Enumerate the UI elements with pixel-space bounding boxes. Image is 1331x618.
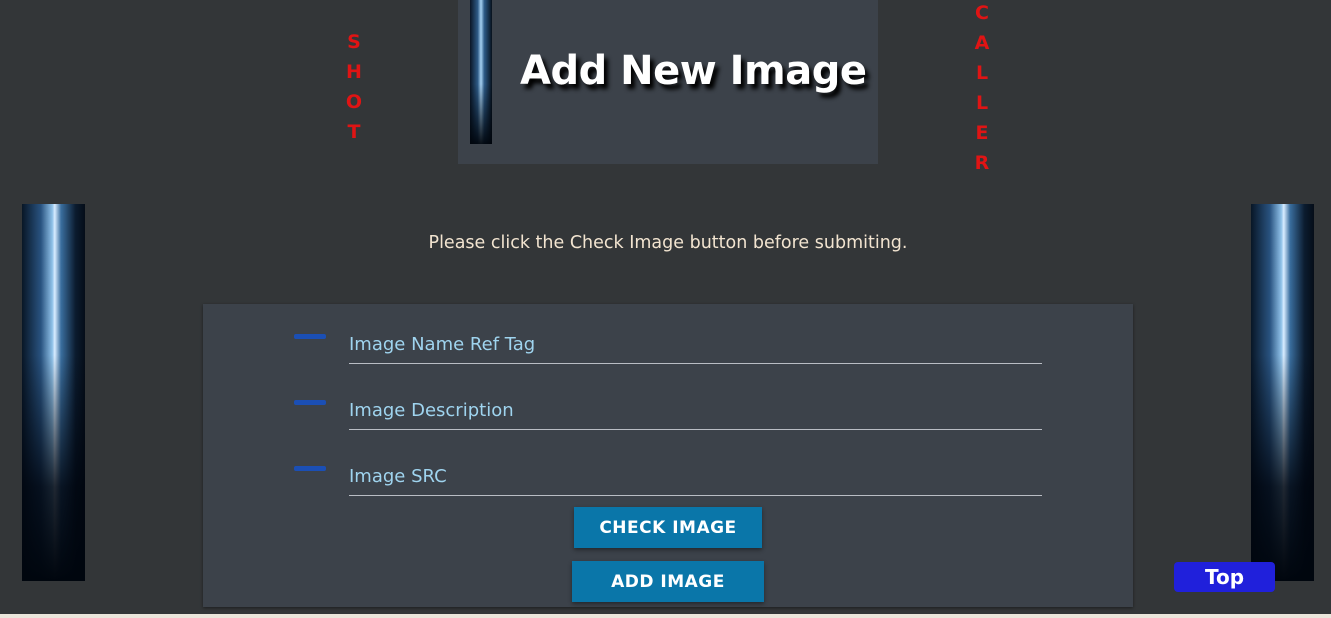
add-image-button[interactable]: ADD IMAGE [572,561,764,602]
add-image-form: CHECK IMAGE ADD IMAGE [203,304,1133,607]
image-name-ref-tag-input[interactable] [349,326,1042,364]
field-row-name [203,312,1133,372]
shot-letter: H [346,61,362,83]
page: { "side_words": { "left": ["S", "H", "O"… [0,0,1331,618]
shot-letter: S [347,31,361,53]
caller-letter: L [975,62,989,84]
dash-icon [294,334,326,339]
caller-letter: C [975,2,989,24]
image-src-input[interactable] [349,458,1042,496]
right-decorative-image [1251,204,1314,581]
caller-letter: R [974,152,990,174]
header-panel: Add New Image [458,0,878,164]
caller-letter: L [975,92,989,114]
top-button[interactable]: Top [1174,562,1275,592]
header-decorative-image [470,0,492,144]
shot-letter: O [345,91,363,113]
field-row-src [203,444,1133,504]
bottom-border [0,614,1331,618]
image-description-input[interactable] [349,392,1042,430]
caller-vertical-text: C A L L E R [973,0,991,178]
dash-icon [294,400,326,405]
shot-vertical-text: S H O T [345,27,363,147]
caller-letter: E [975,122,989,144]
dash-icon [294,466,326,471]
field-row-description [203,378,1133,438]
left-decorative-image [22,204,85,581]
instruction-notice: Please click the Check Image button befo… [428,233,908,253]
check-image-button[interactable]: CHECK IMAGE [574,507,762,548]
caller-letter: A [974,32,990,54]
page-title: Add New Image [520,48,867,94]
shot-letter: T [347,121,361,143]
